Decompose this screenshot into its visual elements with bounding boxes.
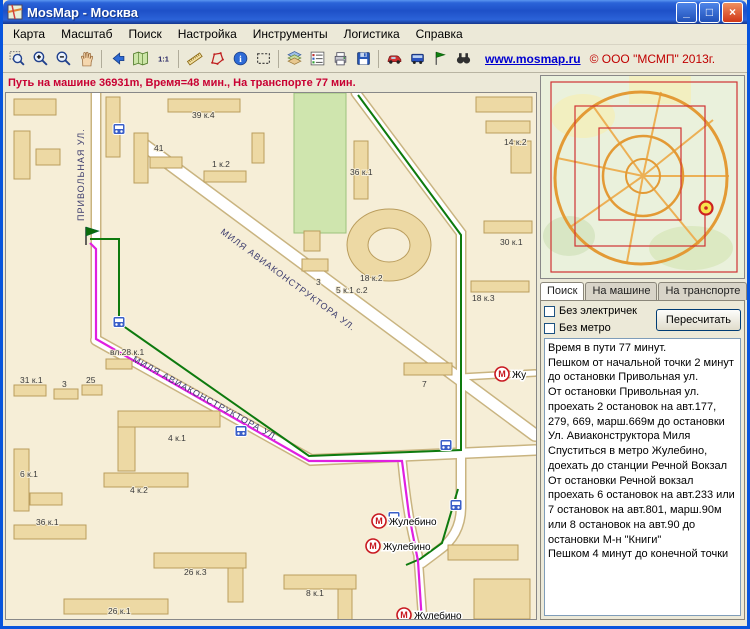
- svg-text:4 к.2: 4 к.2: [130, 485, 148, 495]
- route-directions: Время в пути 77 минут. Пешком от начальн…: [544, 338, 741, 616]
- maximize-button[interactable]: □: [699, 1, 720, 23]
- svg-text:Жулебино: Жулебино: [414, 610, 462, 620]
- menu-bar: Карта Масштаб Поиск Настройка Инструмент…: [3, 24, 747, 45]
- svg-text:26 к.3: 26 к.3: [184, 567, 207, 577]
- scale-button[interactable]: [152, 47, 174, 70]
- svg-text:3: 3: [316, 277, 321, 287]
- no-metro-label: Без метро: [559, 322, 611, 334]
- minimize-button[interactable]: _: [676, 1, 697, 23]
- toolbar-separator: [378, 49, 379, 68]
- no-metro-checkbox[interactable]: [544, 322, 555, 334]
- no-trains-label: Без электричек: [559, 305, 637, 317]
- zoom-out-button[interactable]: [52, 47, 74, 70]
- find-binoculars-button[interactable]: [452, 47, 474, 70]
- svg-text:31 к.1: 31 к.1: [20, 375, 43, 385]
- object-info-button[interactable]: [229, 47, 251, 70]
- svg-text:Жулебино: Жулебино: [389, 516, 437, 528]
- toolbar-separator: [101, 49, 102, 68]
- menu-logistics[interactable]: Логистика: [336, 24, 408, 44]
- previous-view-button[interactable]: [106, 47, 128, 70]
- menu-help[interactable]: Справка: [408, 24, 471, 44]
- toolbar-separator: [178, 49, 179, 68]
- svg-text:Жу: Жу: [512, 370, 526, 381]
- toolbar-separator: [278, 49, 279, 68]
- svg-text:18 к.3: 18 к.3: [472, 293, 495, 303]
- measure-area-button[interactable]: [206, 47, 228, 70]
- menu-search[interactable]: Поиск: [120, 24, 169, 44]
- window-title: MosMap - Москва: [27, 4, 138, 20]
- svg-text:1 к.2: 1 к.2: [212, 159, 230, 169]
- mosmap-link[interactable]: www.mosmap.ru: [485, 52, 581, 66]
- tab-search[interactable]: Поиск: [540, 282, 585, 300]
- svg-text:30 к.1: 30 к.1: [500, 237, 523, 247]
- map-canvas[interactable]: М Жулебино Жулебино: [5, 91, 537, 620]
- app-icon: [7, 4, 23, 20]
- pan-hand-button[interactable]: [75, 47, 97, 70]
- no-trains-checkbox[interactable]: [544, 305, 555, 317]
- zoom-in-button[interactable]: [29, 47, 51, 70]
- menu-map[interactable]: Карта: [5, 24, 53, 44]
- recalculate-button[interactable]: Пересчитать: [655, 308, 741, 331]
- overview-location-marker: [698, 200, 714, 216]
- svg-text:7: 7: [422, 379, 427, 389]
- full-extent-button[interactable]: [129, 47, 151, 70]
- no-metro-option[interactable]: Без метро: [544, 321, 637, 335]
- menu-scale[interactable]: Масштаб: [53, 24, 120, 44]
- svg-text:36 к.1: 36 к.1: [36, 517, 59, 527]
- main-content: Путь на машине 36931m, Время=48 мин., На…: [3, 73, 747, 622]
- zoom-window-button[interactable]: [6, 47, 28, 70]
- svg-text:4 к.1: 4 к.1: [168, 433, 186, 443]
- svg-text:8 к.1: 8 к.1: [306, 588, 324, 598]
- svg-text:41: 41: [154, 143, 164, 153]
- no-trains-option[interactable]: Без электричек: [544, 304, 637, 318]
- app-window: MosMap - Москва _ □ × Карта Масштаб Поис…: [0, 0, 750, 629]
- svg-text:Жулебино: Жулебино: [383, 541, 431, 553]
- park-area: [293, 92, 347, 234]
- overview-map[interactable]: [540, 75, 745, 279]
- transit-tab-panel: Без электричек Без метро Пересчитать Вре…: [540, 300, 745, 620]
- route-summary: Путь на машине 36931m, Время=48 мин., На…: [8, 77, 356, 89]
- save-button[interactable]: [352, 47, 374, 70]
- copyright-text: © ООО "МСМП" 2013г.: [589, 51, 716, 66]
- ruler-button[interactable]: [183, 47, 205, 70]
- print-button[interactable]: [329, 47, 351, 70]
- layers-button[interactable]: [283, 47, 305, 70]
- car-route-button[interactable]: [383, 47, 405, 70]
- svg-text:вл.28 к.1: вл.28 к.1: [110, 347, 145, 357]
- svg-text:6 к.1: 6 к.1: [20, 469, 38, 479]
- svg-text:36 к.1: 36 к.1: [350, 167, 373, 177]
- start-flag-button[interactable]: [429, 47, 451, 70]
- tab-by-transit[interactable]: На транспорте: [658, 282, 747, 300]
- svg-text:26 к.1: 26 к.1: [108, 606, 131, 616]
- menu-tools[interactable]: Инструменты: [245, 24, 336, 44]
- svg-text:3: 3: [62, 379, 67, 389]
- menu-settings[interactable]: Настройка: [170, 24, 245, 44]
- svg-text:39 к.4: 39 к.4: [192, 110, 215, 120]
- svg-text:25: 25: [86, 375, 96, 385]
- bus-route-button[interactable]: [406, 47, 428, 70]
- legend-button[interactable]: [306, 47, 328, 70]
- svg-text:ПРИВОЛЬНАЯ УЛ.: ПРИВОЛЬНАЯ УЛ.: [76, 128, 86, 221]
- select-area-button[interactable]: [252, 47, 274, 70]
- toolbar: www.mosmap.ru © ООО "МСМП" 2013г.: [3, 45, 747, 73]
- close-button[interactable]: ×: [722, 1, 743, 23]
- panel-tabs: Поиск На машине На транспорте: [540, 282, 747, 300]
- svg-text:5 к.1 с.2: 5 к.1 с.2: [336, 285, 368, 295]
- tab-by-car[interactable]: На машине: [585, 282, 658, 300]
- title-bar: MosMap - Москва _ □ ×: [3, 0, 747, 24]
- svg-text:18 к.2: 18 к.2: [360, 273, 383, 283]
- svg-text:14 к.2: 14 к.2: [504, 137, 527, 147]
